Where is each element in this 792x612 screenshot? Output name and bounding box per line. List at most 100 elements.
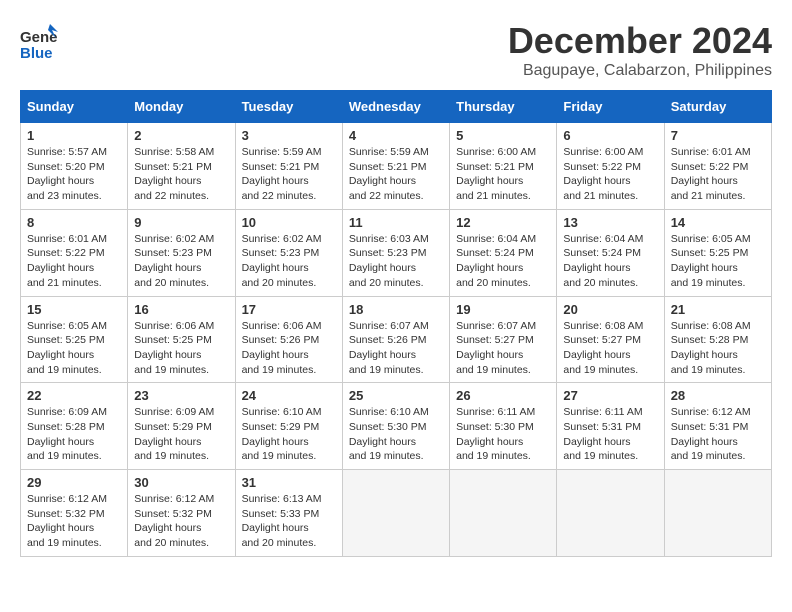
day-number: 17: [242, 302, 336, 317]
calendar-cell: 29 Sunrise: 6:12 AM Sunset: 5:32 PM Dayl…: [21, 470, 128, 557]
calendar-table: SundayMondayTuesdayWednesdayThursdayFrid…: [20, 90, 772, 557]
calendar-cell: 21 Sunrise: 6:08 AM Sunset: 5:28 PM Dayl…: [664, 296, 771, 383]
header-friday: Friday: [557, 91, 664, 123]
calendar-cell: [664, 470, 771, 557]
day-info: Sunrise: 6:09 AM Sunset: 5:29 PM Dayligh…: [134, 405, 228, 464]
day-info: Sunrise: 5:59 AM Sunset: 5:21 PM Dayligh…: [349, 145, 443, 204]
day-number: 5: [456, 128, 550, 143]
day-info: Sunrise: 6:00 AM Sunset: 5:22 PM Dayligh…: [563, 145, 657, 204]
calendar-cell: 7 Sunrise: 6:01 AM Sunset: 5:22 PM Dayli…: [664, 123, 771, 210]
day-info: Sunrise: 6:10 AM Sunset: 5:29 PM Dayligh…: [242, 405, 336, 464]
calendar-cell: 24 Sunrise: 6:10 AM Sunset: 5:29 PM Dayl…: [235, 383, 342, 470]
month-title: December 2024: [508, 20, 772, 62]
day-info: Sunrise: 6:03 AM Sunset: 5:23 PM Dayligh…: [349, 232, 443, 291]
day-info: Sunrise: 5:57 AM Sunset: 5:20 PM Dayligh…: [27, 145, 121, 204]
calendar-cell: 25 Sunrise: 6:10 AM Sunset: 5:30 PM Dayl…: [342, 383, 449, 470]
day-number: 13: [563, 215, 657, 230]
calendar-week-3: 15 Sunrise: 6:05 AM Sunset: 5:25 PM Dayl…: [21, 296, 772, 383]
day-number: 2: [134, 128, 228, 143]
day-info: Sunrise: 6:12 AM Sunset: 5:31 PM Dayligh…: [671, 405, 765, 464]
day-info: Sunrise: 6:08 AM Sunset: 5:28 PM Dayligh…: [671, 319, 765, 378]
calendar-cell: 31 Sunrise: 6:13 AM Sunset: 5:33 PM Dayl…: [235, 470, 342, 557]
calendar-cell: 1 Sunrise: 5:57 AM Sunset: 5:20 PM Dayli…: [21, 123, 128, 210]
calendar-week-5: 29 Sunrise: 6:12 AM Sunset: 5:32 PM Dayl…: [21, 470, 772, 557]
header-tuesday: Tuesday: [235, 91, 342, 123]
calendar-cell: 2 Sunrise: 5:58 AM Sunset: 5:21 PM Dayli…: [128, 123, 235, 210]
calendar-cell: [557, 470, 664, 557]
calendar-cell: [450, 470, 557, 557]
day-number: 31: [242, 475, 336, 490]
calendar-week-4: 22 Sunrise: 6:09 AM Sunset: 5:28 PM Dayl…: [21, 383, 772, 470]
day-number: 28: [671, 388, 765, 403]
calendar-cell: 3 Sunrise: 5:59 AM Sunset: 5:21 PM Dayli…: [235, 123, 342, 210]
day-number: 11: [349, 215, 443, 230]
day-info: Sunrise: 6:04 AM Sunset: 5:24 PM Dayligh…: [563, 232, 657, 291]
day-number: 1: [27, 128, 121, 143]
calendar-week-1: 1 Sunrise: 5:57 AM Sunset: 5:20 PM Dayli…: [21, 123, 772, 210]
day-info: Sunrise: 6:00 AM Sunset: 5:21 PM Dayligh…: [456, 145, 550, 204]
day-info: Sunrise: 6:01 AM Sunset: 5:22 PM Dayligh…: [671, 145, 765, 204]
day-info: Sunrise: 6:12 AM Sunset: 5:32 PM Dayligh…: [27, 492, 121, 551]
day-info: Sunrise: 6:02 AM Sunset: 5:23 PM Dayligh…: [242, 232, 336, 291]
title-section: December 2024 Bagupaye, Calabarzon, Phil…: [508, 20, 772, 80]
day-info: Sunrise: 6:11 AM Sunset: 5:31 PM Dayligh…: [563, 405, 657, 464]
day-number: 29: [27, 475, 121, 490]
day-number: 19: [456, 302, 550, 317]
day-info: Sunrise: 6:07 AM Sunset: 5:26 PM Dayligh…: [349, 319, 443, 378]
svg-text:Blue: Blue: [20, 45, 53, 62]
day-number: 18: [349, 302, 443, 317]
header-monday: Monday: [128, 91, 235, 123]
calendar-cell: 13 Sunrise: 6:04 AM Sunset: 5:24 PM Dayl…: [557, 209, 664, 296]
day-number: 12: [456, 215, 550, 230]
page-header: General Blue December 2024 Bagupaye, Cal…: [20, 20, 772, 80]
calendar-cell: 23 Sunrise: 6:09 AM Sunset: 5:29 PM Dayl…: [128, 383, 235, 470]
day-number: 22: [27, 388, 121, 403]
calendar-cell: 15 Sunrise: 6:05 AM Sunset: 5:25 PM Dayl…: [21, 296, 128, 383]
day-number: 26: [456, 388, 550, 403]
calendar-cell: 6 Sunrise: 6:00 AM Sunset: 5:22 PM Dayli…: [557, 123, 664, 210]
location-subtitle: Bagupaye, Calabarzon, Philippines: [508, 62, 772, 80]
day-number: 15: [27, 302, 121, 317]
day-info: Sunrise: 5:59 AM Sunset: 5:21 PM Dayligh…: [242, 145, 336, 204]
header-wednesday: Wednesday: [342, 91, 449, 123]
day-number: 10: [242, 215, 336, 230]
day-number: 24: [242, 388, 336, 403]
day-info: Sunrise: 6:08 AM Sunset: 5:27 PM Dayligh…: [563, 319, 657, 378]
logo: General Blue: [20, 20, 58, 64]
day-info: Sunrise: 5:58 AM Sunset: 5:21 PM Dayligh…: [134, 145, 228, 204]
day-info: Sunrise: 6:02 AM Sunset: 5:23 PM Dayligh…: [134, 232, 228, 291]
calendar-cell: 28 Sunrise: 6:12 AM Sunset: 5:31 PM Dayl…: [664, 383, 771, 470]
day-number: 6: [563, 128, 657, 143]
calendar-cell: 14 Sunrise: 6:05 AM Sunset: 5:25 PM Dayl…: [664, 209, 771, 296]
calendar-cell: 5 Sunrise: 6:00 AM Sunset: 5:21 PM Dayli…: [450, 123, 557, 210]
day-info: Sunrise: 6:06 AM Sunset: 5:25 PM Dayligh…: [134, 319, 228, 378]
calendar-cell: 30 Sunrise: 6:12 AM Sunset: 5:32 PM Dayl…: [128, 470, 235, 557]
calendar-cell: 27 Sunrise: 6:11 AM Sunset: 5:31 PM Dayl…: [557, 383, 664, 470]
day-info: Sunrise: 6:07 AM Sunset: 5:27 PM Dayligh…: [456, 319, 550, 378]
day-info: Sunrise: 6:01 AM Sunset: 5:22 PM Dayligh…: [27, 232, 121, 291]
day-number: 20: [563, 302, 657, 317]
calendar-cell: 16 Sunrise: 6:06 AM Sunset: 5:25 PM Dayl…: [128, 296, 235, 383]
day-info: Sunrise: 6:12 AM Sunset: 5:32 PM Dayligh…: [134, 492, 228, 551]
calendar-cell: 26 Sunrise: 6:11 AM Sunset: 5:30 PM Dayl…: [450, 383, 557, 470]
day-number: 14: [671, 215, 765, 230]
calendar-cell: 18 Sunrise: 6:07 AM Sunset: 5:26 PM Dayl…: [342, 296, 449, 383]
day-info: Sunrise: 6:06 AM Sunset: 5:26 PM Dayligh…: [242, 319, 336, 378]
header-saturday: Saturday: [664, 91, 771, 123]
day-number: 4: [349, 128, 443, 143]
day-number: 3: [242, 128, 336, 143]
general-blue-icon: General Blue: [20, 22, 58, 64]
day-info: Sunrise: 6:09 AM Sunset: 5:28 PM Dayligh…: [27, 405, 121, 464]
day-info: Sunrise: 6:05 AM Sunset: 5:25 PM Dayligh…: [671, 232, 765, 291]
day-number: 27: [563, 388, 657, 403]
calendar-cell: 9 Sunrise: 6:02 AM Sunset: 5:23 PM Dayli…: [128, 209, 235, 296]
day-number: 8: [27, 215, 121, 230]
calendar-cell: 20 Sunrise: 6:08 AM Sunset: 5:27 PM Dayl…: [557, 296, 664, 383]
day-info: Sunrise: 6:10 AM Sunset: 5:30 PM Dayligh…: [349, 405, 443, 464]
calendar-cell: 17 Sunrise: 6:06 AM Sunset: 5:26 PM Dayl…: [235, 296, 342, 383]
day-number: 9: [134, 215, 228, 230]
day-number: 7: [671, 128, 765, 143]
calendar-header-row: SundayMondayTuesdayWednesdayThursdayFrid…: [21, 91, 772, 123]
calendar-cell: 22 Sunrise: 6:09 AM Sunset: 5:28 PM Dayl…: [21, 383, 128, 470]
day-info: Sunrise: 6:05 AM Sunset: 5:25 PM Dayligh…: [27, 319, 121, 378]
